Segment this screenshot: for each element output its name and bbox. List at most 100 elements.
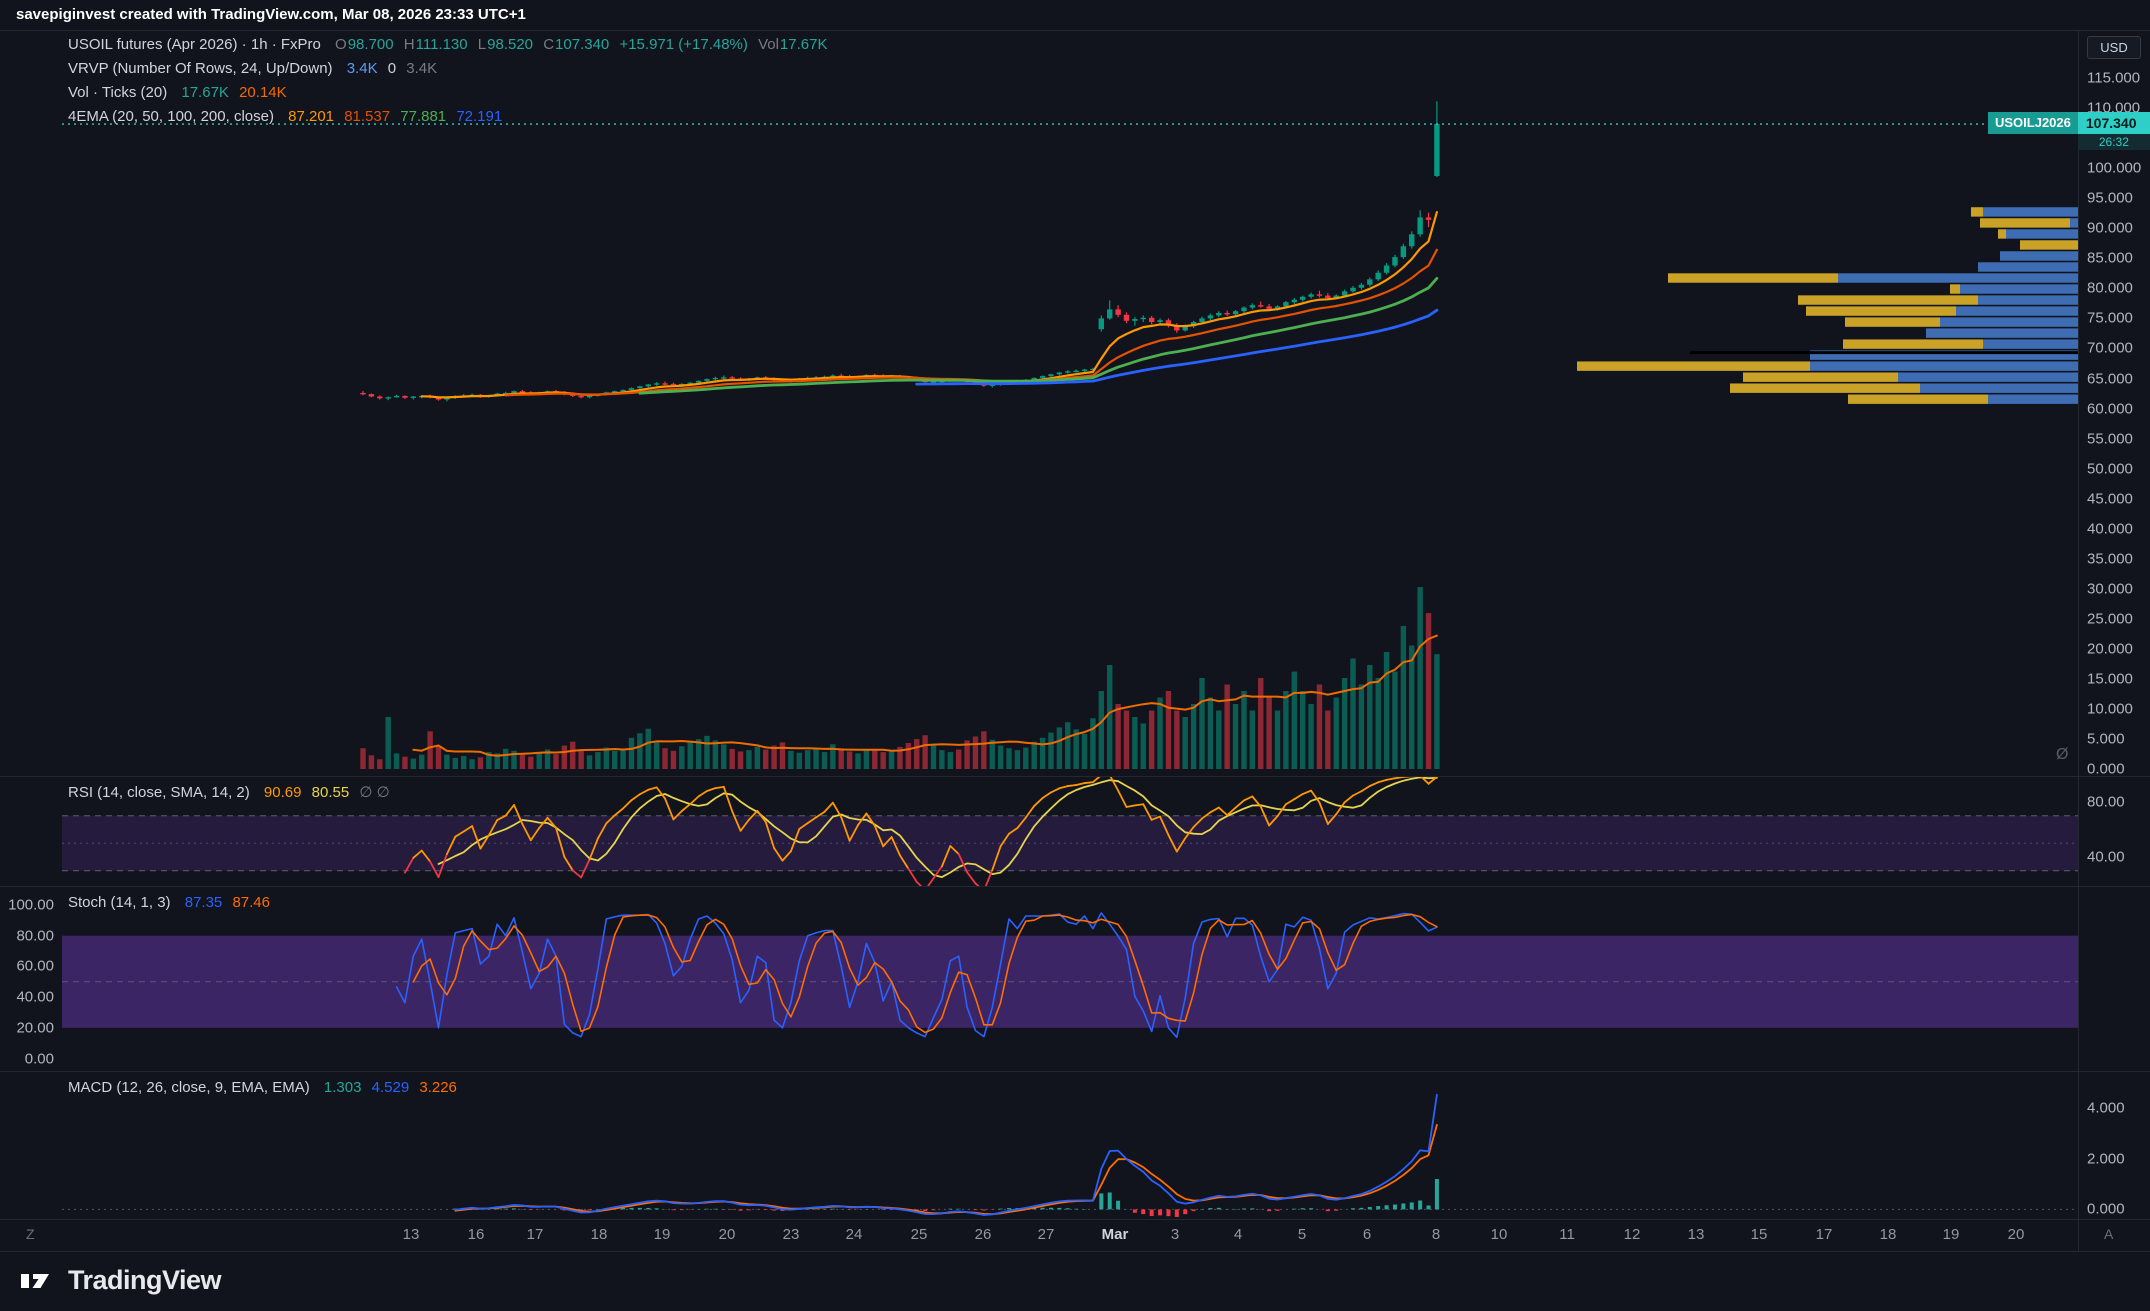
price-label: 60.000 xyxy=(2087,400,2133,417)
macd-legend: MACD (12, 26, close, 9, EMA, EMA) 1.303 … xyxy=(68,1076,463,1100)
stoch-scale-label: 80.00 xyxy=(16,927,54,944)
time-label: 26 xyxy=(975,1226,992,1243)
price-label: 45.000 xyxy=(2087,490,2133,507)
tradingview-logo-icon xyxy=(18,1266,58,1296)
time-axis[interactable]: Z A 1316171819202324252627Mar34568101112… xyxy=(0,1220,2150,1252)
time-label: 8 xyxy=(1432,1226,1440,1243)
price-scale[interactable]: 115.000110.000105.000100.00095.00090.000… xyxy=(2078,0,2150,1311)
separator-main-rsi[interactable] xyxy=(0,776,2150,777)
price-label: 70.000 xyxy=(2087,340,2133,357)
tradingview-logo[interactable]: TradingView xyxy=(18,1265,221,1296)
time-label: 3 xyxy=(1171,1226,1179,1243)
macd-hist-value: 1.303 xyxy=(324,1079,362,1096)
vol-value: 17.67K xyxy=(780,36,828,53)
vrvp-delta-value: 0 xyxy=(388,60,396,77)
macd-scale-label: 4.000 xyxy=(2087,1100,2125,1117)
ema20-value: 87.201 xyxy=(288,108,334,125)
axis-letter-right: A xyxy=(2104,1226,2113,1242)
rsi-value: 90.69 xyxy=(264,784,302,801)
vrvp-legend-row[interactable]: VRVP (Number Of Rows, 24, Up/Down) 3.4K … xyxy=(68,57,833,81)
time-label: 18 xyxy=(1880,1226,1897,1243)
time-label: 11 xyxy=(1559,1226,1575,1243)
volume-ma-value: 20.14K xyxy=(239,84,287,101)
high-value: 111.130 xyxy=(416,36,468,53)
macd-scale-label: 0.000 xyxy=(2087,1201,2125,1218)
price-label: 35.000 xyxy=(2087,550,2133,567)
symbol-title: USOIL futures (Apr 2026) · 1h · FxPro xyxy=(68,36,321,53)
rsi-scale-label: 80.00 xyxy=(2087,794,2125,811)
stoch-d-value: 87.46 xyxy=(232,894,270,911)
vrvp-title: VRVP (Number Of Rows, 24, Up/Down) xyxy=(68,60,333,77)
badge-symbol: USOILJ2026 xyxy=(1988,112,2078,134)
separator-rsi-stoch[interactable] xyxy=(0,886,2150,887)
macd-line-value: 4.529 xyxy=(372,1079,410,1096)
no-scale-icon[interactable]: Ø xyxy=(2056,746,2068,764)
rsi-legend-row[interactable]: RSI (14, close, SMA, 14, 2) 90.69 80.55 … xyxy=(68,781,396,805)
time-label: 24 xyxy=(846,1226,863,1243)
high-label: H xyxy=(404,36,415,53)
time-label: 18 xyxy=(591,1226,608,1243)
rsi-title: RSI (14, close, SMA, 14, 2) xyxy=(68,784,250,801)
vrvp-down-value: 3.4K xyxy=(406,60,437,77)
ema200-value: 72.191 xyxy=(456,108,502,125)
time-label: 20 xyxy=(719,1226,736,1243)
price-label: 75.000 xyxy=(2087,310,2133,327)
time-label: 25 xyxy=(911,1226,928,1243)
price-label: 30.000 xyxy=(2087,580,2133,597)
price-label: 80.000 xyxy=(2087,280,2133,297)
tradingview-chart-page: savepiginvest created with TradingView.c… xyxy=(0,0,2150,1311)
low-value: 98.520 xyxy=(487,36,533,53)
macd-legend-row[interactable]: MACD (12, 26, close, 9, EMA, EMA) 1.303 … xyxy=(68,1076,463,1100)
stoch-scale-label: 0.00 xyxy=(25,1050,54,1067)
price-label: 5.000 xyxy=(2087,731,2125,748)
price-label: 115.000 xyxy=(2087,70,2140,87)
stoch-k-value: 87.35 xyxy=(185,894,223,911)
price-label: 15.000 xyxy=(2087,671,2133,688)
footer-bar: TradingView xyxy=(0,1252,2150,1311)
time-label: 12 xyxy=(1624,1226,1641,1243)
chart-canvas[interactable] xyxy=(0,0,2150,1252)
tradingview-brand-text: TradingView xyxy=(68,1265,221,1296)
price-label: 90.000 xyxy=(2087,220,2133,237)
time-label: Mar xyxy=(1102,1226,1129,1243)
time-label: 15 xyxy=(1751,1226,1768,1243)
time-label: 5 xyxy=(1298,1226,1306,1243)
stoch-legend: Stoch (14, 1, 3) 87.35 87.46 xyxy=(68,891,276,915)
badge-countdown: 26:32 xyxy=(2078,134,2150,150)
rsi-ma-value: 80.55 xyxy=(312,784,350,801)
top-credit-bar: savepiginvest created with TradingView.c… xyxy=(0,0,2150,30)
vol-label: Vol xyxy=(758,36,779,53)
ema-legend-row[interactable]: 4EMA (20, 50, 100, 200, close) 87.201 81… xyxy=(68,105,833,129)
time-label: 13 xyxy=(403,1226,420,1243)
stoch-scale-label: 20.00 xyxy=(16,1019,54,1036)
stoch-left-scale[interactable]: 100.0080.0060.0040.0020.000.00 xyxy=(0,0,60,1311)
volume-title: Vol · Ticks (20) xyxy=(68,84,167,101)
stoch-scale-label: 100.00 xyxy=(8,897,54,914)
volume-value: 17.67K xyxy=(181,84,229,101)
price-label: 50.000 xyxy=(2087,460,2133,477)
stoch-legend-row[interactable]: Stoch (14, 1, 3) 87.35 87.46 xyxy=(68,891,276,915)
stoch-scale-label: 40.00 xyxy=(16,989,54,1006)
volume-legend-row[interactable]: Vol · Ticks (20) 17.67K 20.14K xyxy=(68,81,833,105)
badge-price: 107.340 xyxy=(2078,112,2150,134)
separator-stoch-macd[interactable] xyxy=(0,1071,2150,1072)
axis-letter-left: Z xyxy=(26,1226,35,1242)
time-label: 27 xyxy=(1038,1226,1055,1243)
price-label: 55.000 xyxy=(2087,430,2133,447)
symbol-legend-row[interactable]: USOIL futures (Apr 2026) · 1h · FxPro O9… xyxy=(68,33,833,57)
time-label: 19 xyxy=(654,1226,671,1243)
time-label: 4 xyxy=(1234,1226,1242,1243)
macd-signal-value: 3.226 xyxy=(419,1079,457,1096)
low-label: L xyxy=(478,36,486,53)
time-label: 10 xyxy=(1491,1226,1508,1243)
credit-text: savepiginvest created with TradingView.c… xyxy=(16,6,526,23)
rsi-empty-values: ∅ ∅ xyxy=(359,784,389,801)
time-label: 6 xyxy=(1363,1226,1371,1243)
close-value: 107.340 xyxy=(555,36,609,53)
chart-top-border xyxy=(0,30,2150,31)
ema50-value: 81.537 xyxy=(344,108,390,125)
close-label: C xyxy=(543,36,554,53)
currency-button[interactable]: USD xyxy=(2087,36,2141,59)
price-label: 10.000 xyxy=(2087,701,2133,718)
time-label: 23 xyxy=(783,1226,800,1243)
